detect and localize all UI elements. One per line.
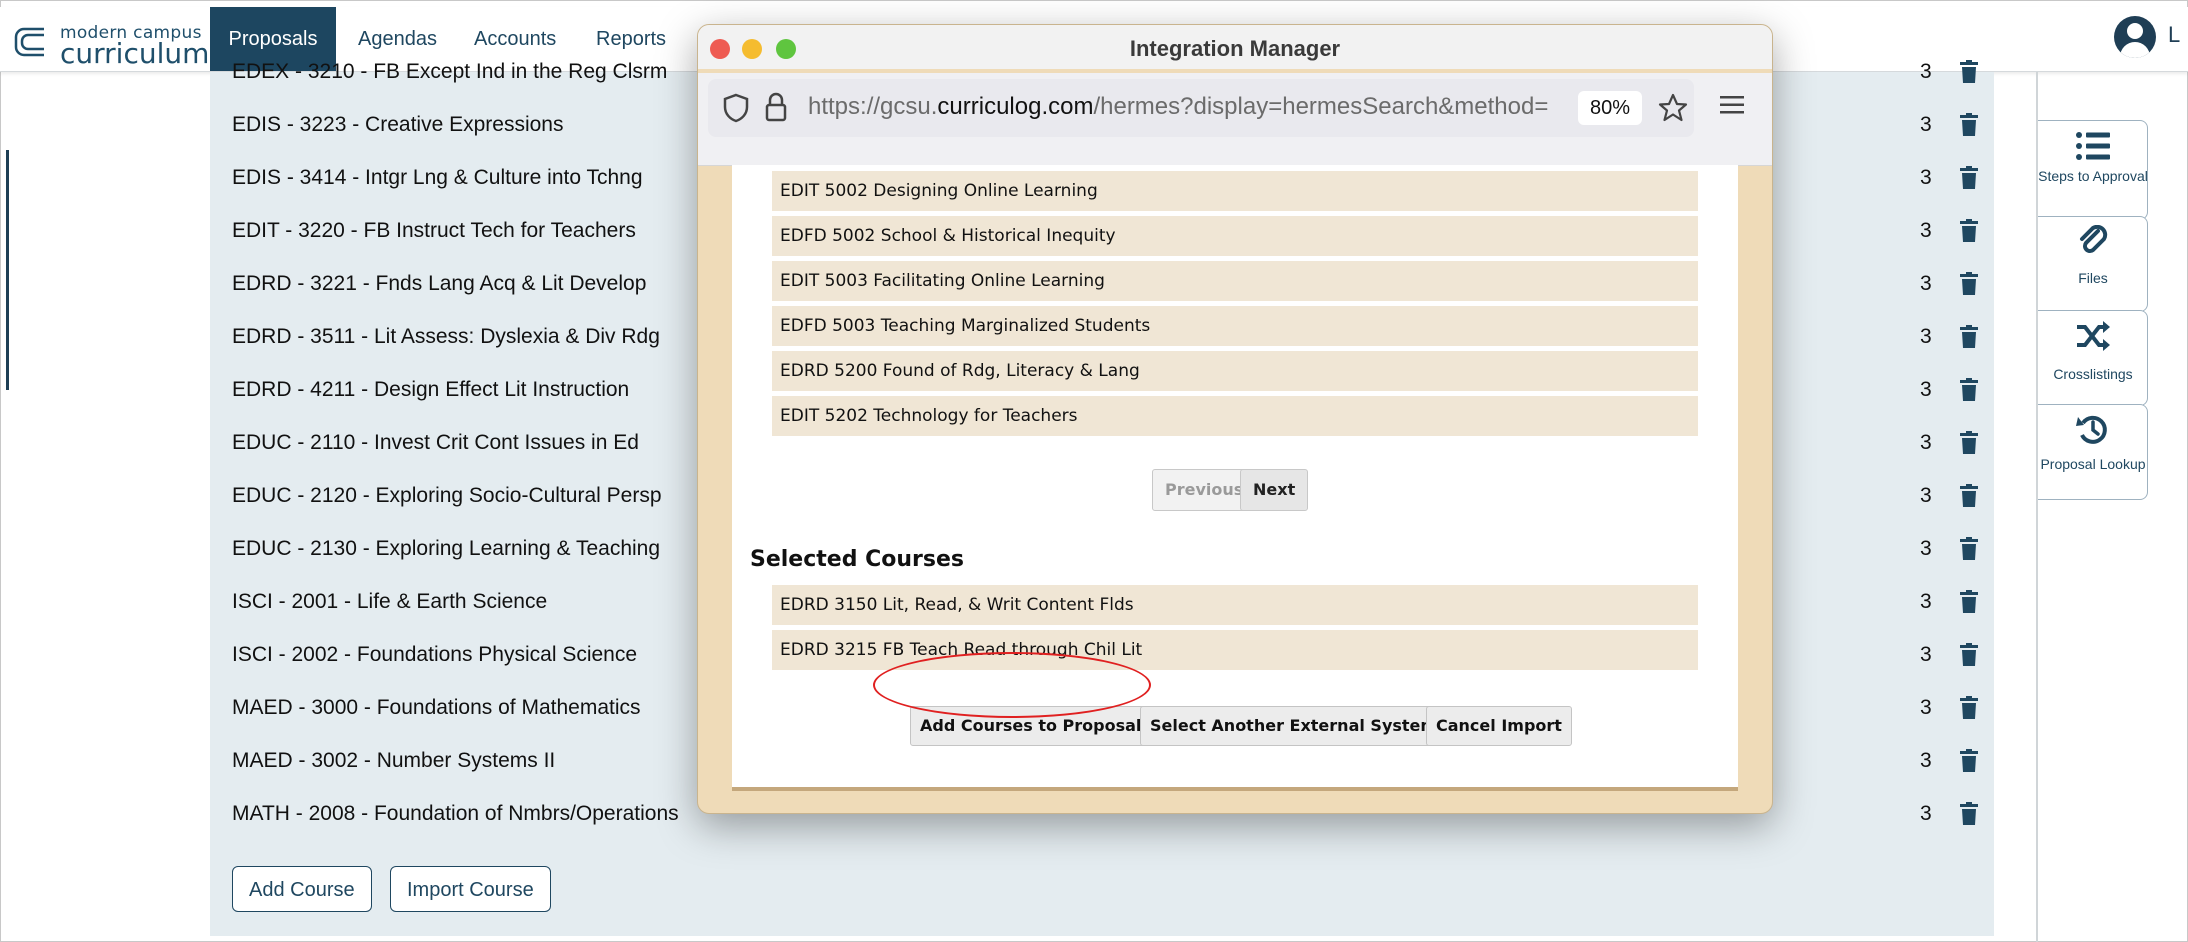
shield-icon[interactable] bbox=[722, 93, 750, 123]
course-row-label: EDIS - 3414 - Intgr Lng & Culture into T… bbox=[232, 166, 643, 189]
hamburger-menu-icon[interactable] bbox=[1720, 95, 1744, 115]
trash-icon[interactable] bbox=[1960, 325, 1978, 349]
window-title: Integration Manager bbox=[1129, 36, 1341, 61]
star-icon[interactable] bbox=[1658, 93, 1688, 123]
course-credits: 3 bbox=[1920, 113, 1932, 136]
sidebar-label-crosslistings: Crosslistings bbox=[2053, 366, 2133, 382]
list-icon bbox=[2076, 132, 2110, 160]
paperclip-icon bbox=[2080, 225, 2108, 253]
selected-course-row[interactable]: EDRD 3150 Lit, Read, & Writ Content Flds bbox=[772, 585, 1698, 625]
course-row-label: EDRD - 4211 - Design Effect Lit Instruct… bbox=[232, 378, 630, 401]
course-row-label: EDRD - 3221 - Fnds Lang Acq & Lit Develo… bbox=[232, 272, 647, 295]
trash-icon[interactable] bbox=[1960, 431, 1978, 455]
course-row-label: EDIT - 3220 - FB Instruct Tech for Teach… bbox=[232, 219, 636, 242]
course-credits: 3 bbox=[1920, 378, 1932, 401]
sidebar-files[interactable]: Files bbox=[2038, 216, 2148, 312]
trash-icon[interactable] bbox=[1960, 537, 1978, 561]
next-button[interactable]: Next bbox=[1240, 469, 1309, 511]
trash-icon[interactable] bbox=[1960, 378, 1978, 402]
trash-icon[interactable] bbox=[1960, 272, 1978, 296]
trash-icon[interactable] bbox=[1960, 802, 1978, 826]
course-row-label: MATH - 2008 - Foundation of Nmbrs/Operat… bbox=[232, 802, 679, 825]
logo[interactable]: modern campus curriculum bbox=[14, 21, 209, 70]
result-course-row[interactable]: EDFD 5003 Teaching Marginalized Students bbox=[772, 306, 1698, 346]
course-credits: 3 bbox=[1920, 60, 1932, 83]
course-credits: 3 bbox=[1920, 484, 1932, 507]
course-row-label: ISCI - 2001 - Life & Earth Science bbox=[232, 590, 548, 613]
sidebar-steps-to-approval[interactable]: Steps to Approval bbox=[2038, 120, 2148, 220]
avatar-head bbox=[2127, 23, 2143, 39]
result-course-row[interactable]: EDIT 5202 Technology for Teachers bbox=[772, 396, 1698, 436]
course-credits: 3 bbox=[1920, 537, 1932, 560]
sidebar-label-lookup: Proposal Lookup bbox=[2040, 456, 2146, 472]
course-credits: 3 bbox=[1920, 219, 1932, 242]
course-row-label: MAED - 3000 - Foundations of Mathematics bbox=[232, 696, 641, 719]
import-course-button[interactable]: Import Course bbox=[390, 866, 551, 912]
url-text[interactable]: https://gcsu.curriculog.com/hermes?displ… bbox=[808, 93, 1554, 121]
course-credits: 3 bbox=[1920, 643, 1932, 666]
url-prefix: https://gcsu. bbox=[808, 93, 938, 120]
user-avatar-icon[interactable] bbox=[2114, 16, 2156, 58]
result-course-row[interactable]: EDRD 5200 Found of Rdg, Literacy & Lang bbox=[772, 351, 1698, 391]
course-row-label: ISCI - 2002 - Foundations Physical Scien… bbox=[232, 643, 638, 666]
avatar-body bbox=[2120, 42, 2150, 58]
trash-icon[interactable] bbox=[1960, 219, 1978, 243]
course-credits: 3 bbox=[1920, 696, 1932, 719]
course-credits: 3 bbox=[1920, 166, 1932, 189]
url-path: /hermes?display=hermesSearch&method= bbox=[1093, 93, 1549, 120]
course-credits: 3 bbox=[1920, 590, 1932, 613]
logo-text-big: curriculum bbox=[60, 37, 210, 70]
course-row-label: EDUC - 2120 - Exploring Socio-Cultural P… bbox=[232, 484, 662, 507]
lock-icon[interactable] bbox=[764, 91, 788, 123]
sidebar-label-steps: Steps to Approval bbox=[2038, 168, 2148, 184]
sidebar-label-files: Files bbox=[2078, 270, 2108, 286]
sidebar-crosslistings[interactable]: Crosslistings bbox=[2038, 310, 2148, 406]
course-row-label: MAED - 3002 - Number Systems II bbox=[232, 749, 556, 772]
url-bar[interactable]: https://gcsu.curriculog.com/hermes?displ… bbox=[708, 79, 1694, 137]
trash-icon[interactable] bbox=[1960, 696, 1978, 720]
integration-manager-window: Integration Manager https://gcsu.curricu… bbox=[697, 24, 1773, 814]
course-credits: 3 bbox=[1920, 272, 1932, 295]
sidebar-proposal-lookup[interactable]: Proposal Lookup bbox=[2038, 404, 2148, 500]
trash-icon[interactable] bbox=[1960, 166, 1978, 190]
cancel-import-button[interactable]: Cancel Import bbox=[1426, 706, 1572, 746]
zoom-level[interactable]: 80% bbox=[1578, 91, 1642, 125]
logo-mark-icon bbox=[14, 27, 44, 57]
url-domain: curriculog.com bbox=[937, 93, 1094, 120]
left-edge-bar bbox=[6, 150, 9, 390]
trash-icon[interactable] bbox=[1960, 113, 1978, 137]
course-row-label: EDIS - 3223 - Creative Expressions bbox=[232, 113, 564, 136]
course-credits: 3 bbox=[1920, 325, 1932, 348]
course-row-label: EDUC - 2130 - Exploring Learning & Teach… bbox=[232, 537, 661, 560]
course-credits: 3 bbox=[1920, 749, 1932, 772]
result-course-row[interactable]: EDIT 5003 Facilitating Online Learning bbox=[772, 261, 1698, 301]
shuffle-icon bbox=[2077, 321, 2110, 351]
browser-toolbar: https://gcsu.curriculog.com/hermes?displ… bbox=[698, 73, 1772, 166]
trash-icon[interactable] bbox=[1960, 60, 1978, 84]
select-another-external-system-button[interactable]: Select Another External System bbox=[1140, 706, 1448, 746]
selected-courses-heading: Selected Courses bbox=[750, 547, 964, 572]
trash-icon[interactable] bbox=[1960, 643, 1978, 667]
profile-label[interactable]: L bbox=[2168, 22, 2180, 48]
result-course-row[interactable]: EDFD 5002 School & Historical Inequity bbox=[772, 216, 1698, 256]
highlight-annotation bbox=[873, 652, 1151, 718]
trash-icon[interactable] bbox=[1960, 590, 1978, 614]
course-row-label: EDUC - 2110 - Invest Crit Cont Issues in… bbox=[232, 431, 639, 454]
result-course-row[interactable]: EDIT 5002 Designing Online Learning bbox=[772, 171, 1698, 211]
course-row-label: EDRD - 3511 - Lit Assess: Dyslexia & Div… bbox=[232, 325, 660, 348]
history-icon bbox=[2076, 415, 2107, 444]
trash-icon[interactable] bbox=[1960, 749, 1978, 773]
course-row-label: EDEX - 3210 - FB Except Ind in the Reg C… bbox=[232, 60, 668, 83]
add-course-button[interactable]: Add Course bbox=[232, 866, 372, 912]
trash-icon[interactable] bbox=[1960, 484, 1978, 508]
course-credits: 3 bbox=[1920, 802, 1932, 825]
course-credits: 3 bbox=[1920, 431, 1932, 454]
